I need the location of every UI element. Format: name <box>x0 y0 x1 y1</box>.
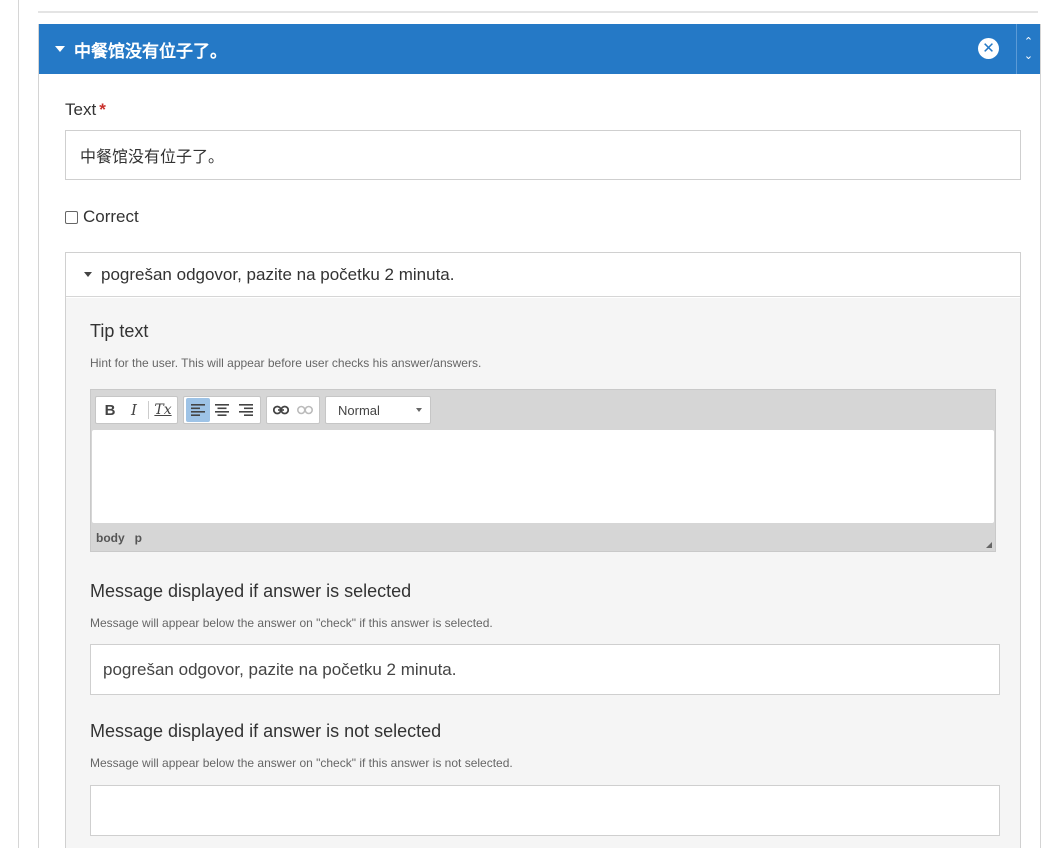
align-left-icon[interactable] <box>186 398 210 422</box>
text-input-value: 中餐馆没有位子了。 <box>80 147 225 166</box>
page-left-border <box>18 0 19 848</box>
not-selected-message-title: Message displayed if answer is not selec… <box>90 721 442 741</box>
unlink-icon[interactable] <box>293 398 317 422</box>
feedback-group-body: Tip text Hint for the user. This will ap… <box>66 298 1020 848</box>
dropdown-arrow-icon <box>416 408 422 412</box>
align-right-icon[interactable] <box>234 398 258 422</box>
correct-checkbox[interactable] <box>65 210 78 224</box>
toolbar-separator <box>148 401 149 419</box>
format-select-value: Normal <box>338 402 380 418</box>
path-body[interactable]: body <box>96 531 125 545</box>
required-mark: * <box>99 100 106 119</box>
selected-message-title: Message displayed if answer is selected <box>90 581 412 601</box>
feedback-group-title: pogrešan odgovor, pazite na početku 2 mi… <box>101 264 455 284</box>
not-selected-message-description: Message will appear below the answer on … <box>90 756 513 770</box>
answer-panel-header[interactable]: 中餐馆没有位子了。 ✕ <box>39 24 1017 74</box>
text-input[interactable]: 中餐馆没有位子了。 <box>65 130 1021 180</box>
editor-toolbar: B I Tx Normal <box>95 394 431 426</box>
reorder-control[interactable]: ⌃ ⌄ <box>1016 24 1040 74</box>
not-selected-message-input[interactable] <box>90 785 1000 836</box>
align-center-icon[interactable] <box>210 398 234 422</box>
answer-panel: 中餐馆没有位子了。 ✕ ⌃ ⌄ Text * 中餐馆没有位子了。 Correct … <box>38 24 1041 848</box>
collapse-caret-icon[interactable] <box>84 272 92 277</box>
link-group <box>266 396 320 424</box>
tip-editor-content[interactable] <box>92 430 994 523</box>
selected-message-description: Message will appear below the answer on … <box>90 616 493 630</box>
bold-button[interactable]: B <box>98 398 122 422</box>
tip-text-description: Hint for the user. This will appear befo… <box>90 356 482 370</box>
align-group <box>183 396 261 424</box>
format-select[interactable]: Normal <box>325 396 431 424</box>
selected-message-value: pogrešan odgovor, pazite na početku 2 mi… <box>103 659 457 679</box>
chevron-up-icon[interactable]: ⌃ <box>1024 35 1033 49</box>
basic-styles-group: B I Tx <box>95 396 178 424</box>
path-p[interactable]: p <box>135 531 142 545</box>
collapse-caret-icon[interactable] <box>55 46 65 52</box>
italic-button[interactable]: I <box>122 398 146 422</box>
text-label: Text <box>65 100 97 119</box>
feedback-group: pogrešan odgovor, pazite na početku 2 mi… <box>65 252 1021 848</box>
remove-format-icon: Tx <box>154 402 172 418</box>
close-icon[interactable]: ✕ <box>978 38 999 59</box>
feedback-group-header[interactable]: pogrešan odgovor, pazite na početku 2 mi… <box>66 253 1020 297</box>
link-icon[interactable] <box>269 398 293 422</box>
correct-checkbox-label: Correct <box>83 207 139 226</box>
remove-format-button[interactable]: Tx <box>151 398 175 422</box>
resize-grip-icon[interactable] <box>986 542 992 548</box>
answer-panel-title: 中餐馆没有位子了。 <box>74 41 227 62</box>
selected-message-input[interactable]: pogrešan odgovor, pazite na početku 2 mi… <box>90 644 1000 695</box>
text-field-label: Text * <box>65 100 106 120</box>
chevron-down-icon[interactable]: ⌄ <box>1024 49 1033 63</box>
top-divider <box>38 11 1038 13</box>
tip-rich-text-editor: B I Tx Normal body p <box>90 389 996 552</box>
editor-element-path: body p <box>96 531 152 545</box>
tip-text-title: Tip text <box>90 321 149 341</box>
correct-checkbox-row[interactable]: Correct <box>65 207 139 227</box>
